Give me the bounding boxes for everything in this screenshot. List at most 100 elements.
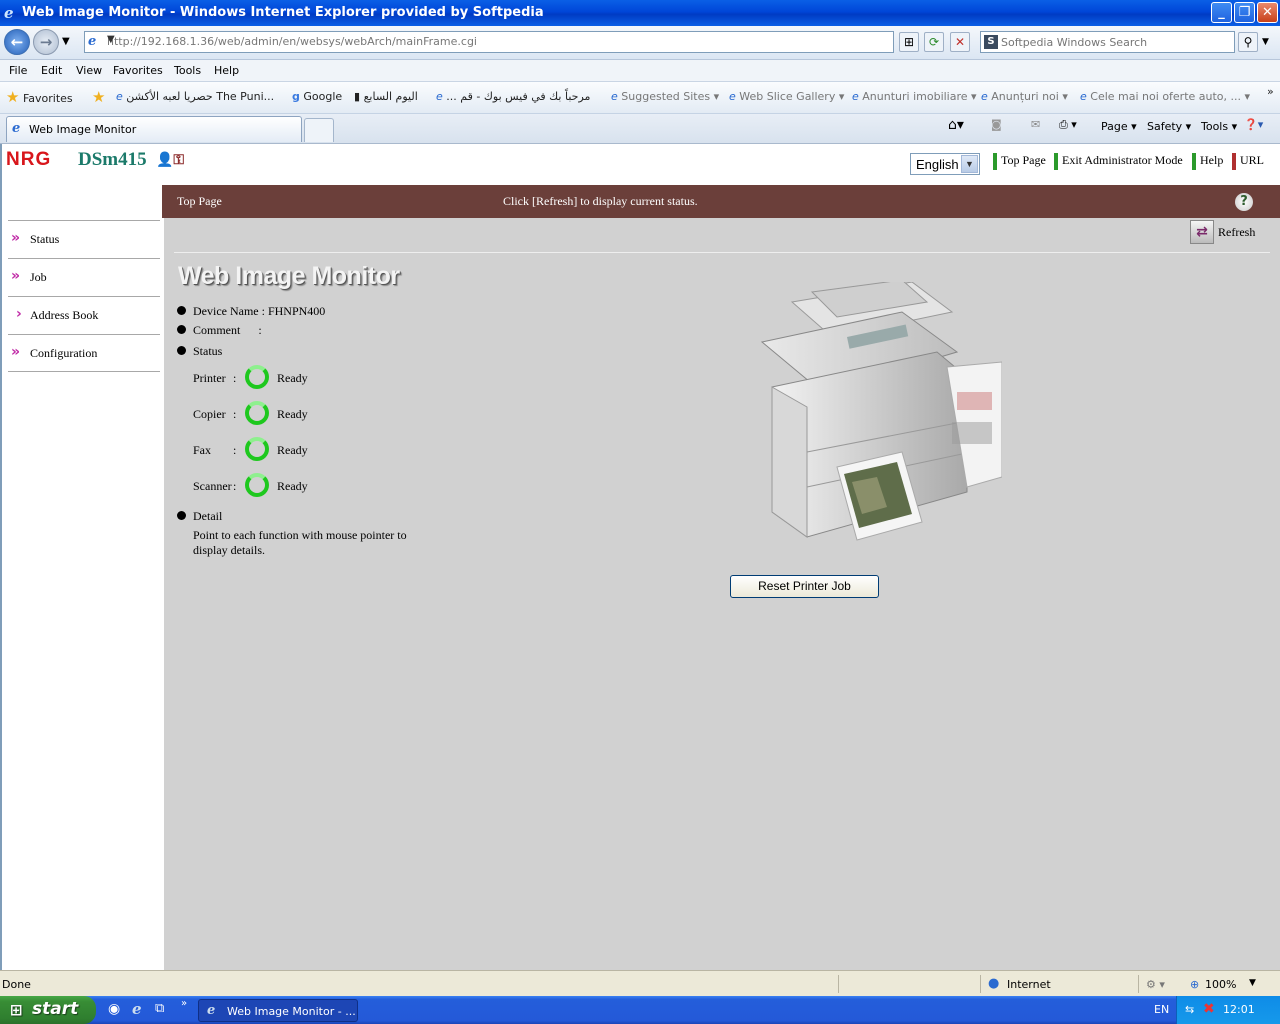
bullet-icon xyxy=(177,325,186,334)
start-button[interactable]: ⊞ start xyxy=(0,996,96,1024)
home-icon[interactable]: ⌂▾ xyxy=(948,117,964,133)
help-icon[interactable]: ❓▾ xyxy=(1244,118,1263,131)
page-menu[interactable]: Page ▾ xyxy=(1101,120,1137,133)
function-fax-state: Ready xyxy=(277,443,308,457)
mail-icon[interactable]: ✉ xyxy=(1031,118,1040,131)
menu-tools[interactable]: Tools xyxy=(174,64,201,77)
tab-bar: e Web Image Monitor xyxy=(0,114,1280,144)
maximize-button[interactable]: ❐ xyxy=(1234,2,1255,23)
chevron-down-icon[interactable]: ▼ xyxy=(961,155,978,173)
fav-item-1[interactable]: e حصريا لعبه الأكشن The Puni... xyxy=(116,90,274,103)
fav-item-anunturi[interactable]: e Anunțuri noi ▾ xyxy=(981,90,1068,103)
window-title: Web Image Monitor - Windows Internet Exp… xyxy=(22,5,544,20)
fav-item-web-slice[interactable]: e Web Slice Gallery ▾ xyxy=(729,90,844,103)
divider xyxy=(980,975,981,993)
sidebar-item-label: Configuration xyxy=(30,346,98,360)
section-message: Click [Refresh] to display current statu… xyxy=(503,194,698,208)
page-icon: e xyxy=(729,90,736,103)
search-options-icon[interactable]: ▼ xyxy=(1262,37,1269,47)
app-header: NRG DSm415 👤⚿ English ▼ Top Page Exit Ad… xyxy=(2,144,1280,185)
quicklaunch-app-icon[interactable]: ⧉ xyxy=(155,1001,164,1016)
fav-item-3[interactable]: ▮ اليوم السابع xyxy=(354,90,418,103)
network-icon[interactable]: ⇆ xyxy=(1185,1003,1194,1016)
chevron-right-icon[interactable]: » xyxy=(181,998,187,1009)
help-icon[interactable]: ? xyxy=(1235,193,1253,211)
favorites-button[interactable]: ★ Favorites xyxy=(6,88,73,106)
search-icon[interactable]: ⚲ xyxy=(1238,32,1258,52)
sidebar-item-job[interactable]: » Job xyxy=(8,258,160,296)
link-help[interactable]: Help xyxy=(1192,153,1223,170)
refresh-icon: ⇄ xyxy=(1190,220,1214,244)
ready-status-icon[interactable] xyxy=(245,437,269,461)
compatibility-view-icon[interactable]: ⊞ xyxy=(899,32,919,52)
sidebar-item-address-book[interactable]: › Address Book xyxy=(8,296,160,334)
search-input[interactable] xyxy=(1001,34,1231,50)
taskbar-item-web-image-monitor[interactable]: e Web Image Monitor - ... xyxy=(198,999,358,1022)
search-box[interactable]: S xyxy=(980,31,1235,53)
ready-status-icon[interactable] xyxy=(245,401,269,425)
forward-button[interactable]: → xyxy=(33,29,59,55)
link-top-page[interactable]: Top Page xyxy=(993,153,1046,170)
menu-edit[interactable]: Edit xyxy=(41,64,62,77)
chevron-down-icon[interactable]: ▼ xyxy=(107,34,891,45)
new-tab-button[interactable] xyxy=(304,118,334,142)
function-fax-label[interactable]: Fax xyxy=(193,443,211,458)
link-url[interactable]: URL xyxy=(1232,153,1264,170)
sidebar-item-configuration[interactable]: » Configuration xyxy=(8,334,160,372)
ready-status-icon[interactable] xyxy=(245,473,269,497)
minimize-button[interactable]: _ xyxy=(1211,2,1232,23)
chevron-right-icon[interactable]: » xyxy=(1267,85,1274,98)
function-copier-label[interactable]: Copier xyxy=(193,407,226,422)
protected-mode-icon[interactable]: ⚙ ▾ xyxy=(1146,978,1165,991)
back-button[interactable]: ← xyxy=(4,29,30,55)
system-tray: ⇆ ✖ 12:01 xyxy=(1176,996,1280,1024)
tab-web-image-monitor[interactable]: e Web Image Monitor xyxy=(6,116,302,142)
menu-help[interactable]: Help xyxy=(214,64,239,77)
history-dropdown-icon[interactable]: ▼ xyxy=(62,36,70,47)
function-scanner-label[interactable]: Scanner xyxy=(193,479,232,494)
colon-separator: : xyxy=(233,479,237,493)
language-indicator[interactable]: EN xyxy=(1154,1003,1169,1016)
quicklaunch-browser-icon[interactable]: ◉ xyxy=(108,1001,120,1017)
menu-favorites[interactable]: Favorites xyxy=(113,64,163,77)
chevron-down-icon[interactable]: ▼ xyxy=(1249,978,1256,988)
divider xyxy=(1138,975,1139,993)
reset-printer-job-button[interactable]: Reset Printer Job xyxy=(730,575,879,598)
close-button[interactable]: ✕ xyxy=(1257,2,1278,23)
fav-item-suggested[interactable]: e Suggested Sites ▾ xyxy=(611,90,719,103)
sidebar-item-label: Status xyxy=(30,232,60,246)
status-text: Done xyxy=(2,978,31,991)
tools-menu[interactable]: Tools ▾ xyxy=(1201,120,1237,133)
quicklaunch-ie-icon[interactable]: e xyxy=(132,1000,142,1018)
function-printer-label[interactable]: Printer xyxy=(193,371,226,386)
menu-file[interactable]: File xyxy=(9,64,27,77)
fav-item-google[interactable]: g Google xyxy=(292,90,342,103)
bookmark-icon: ▮ xyxy=(354,90,361,103)
double-chevron-icon: » xyxy=(11,344,20,360)
feeds-icon[interactable]: ◙ xyxy=(991,118,1002,131)
ready-status-icon[interactable] xyxy=(245,365,269,389)
add-favorite-icon[interactable]: ★ xyxy=(92,88,105,106)
fav-item-auto[interactable]: e Cele mai noi oferte auto, ... ▾ xyxy=(1080,90,1250,103)
refresh-page-icon[interactable]: ⟳ xyxy=(924,32,944,52)
divider xyxy=(174,252,1270,253)
page-icon: e xyxy=(116,90,123,103)
address-field[interactable]: e http://192.168.1.36/web/admin/en/websy… xyxy=(84,31,894,53)
administrator-icon: 👤⚿ xyxy=(156,152,185,168)
language-select[interactable]: English ▼ xyxy=(910,153,980,175)
print-icon[interactable]: ⎙ ▾ xyxy=(1059,118,1077,132)
window-title-bar[interactable]: e Web Image Monitor - Windows Internet E… xyxy=(0,0,1280,26)
page-icon: e xyxy=(611,90,618,103)
sidebar-item-label: Job xyxy=(30,270,47,284)
fav-item-imobiliare[interactable]: e Anunturi imobiliare ▾ xyxy=(852,90,977,103)
stop-icon[interactable]: ✕ xyxy=(950,32,970,52)
sidebar-item-status[interactable]: » Status xyxy=(8,220,160,258)
menu-view[interactable]: View xyxy=(76,64,102,77)
safety-menu[interactable]: Safety ▾ xyxy=(1147,120,1191,133)
clock[interactable]: 12:01 xyxy=(1223,1003,1255,1016)
fav-item-4[interactable]: e ... مرحباً بك في فيس بوك - قم xyxy=(436,90,590,103)
link-exit-admin[interactable]: Exit Administrator Mode xyxy=(1054,153,1183,170)
model-name: DSm415 xyxy=(78,149,147,170)
zoom-level[interactable]: 100% xyxy=(1205,978,1236,991)
antivirus-icon[interactable]: ✖ xyxy=(1203,1001,1215,1017)
